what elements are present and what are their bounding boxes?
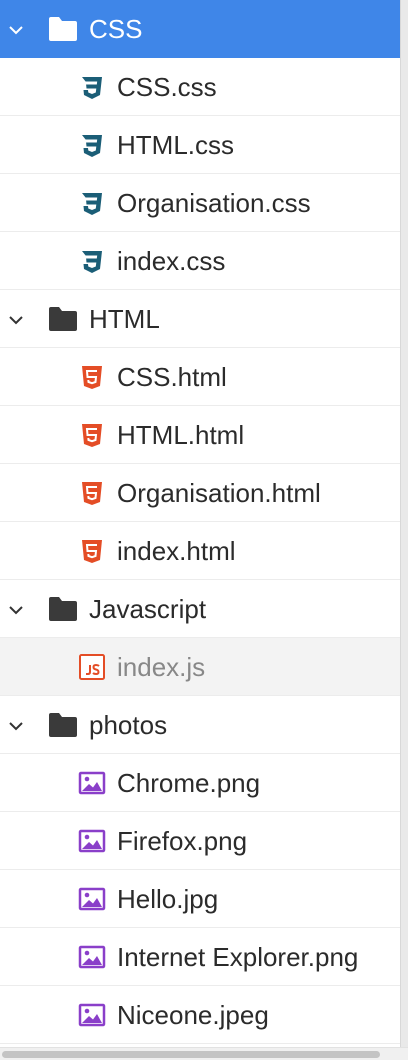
file-label: Niceone.jpeg bbox=[117, 1000, 269, 1030]
folder-icon bbox=[48, 16, 78, 42]
html5-icon bbox=[78, 479, 106, 507]
folder-icon bbox=[48, 306, 78, 332]
chevron-down-icon[interactable] bbox=[6, 310, 26, 330]
file-row[interactable]: index.html bbox=[0, 522, 400, 580]
css3-icon bbox=[78, 131, 106, 159]
scrollbar-thumb[interactable] bbox=[2, 1051, 380, 1058]
file-row[interactable]: CSS.html bbox=[0, 348, 400, 406]
file-label: index.html bbox=[117, 536, 236, 566]
folder-row-html[interactable]: HTML bbox=[0, 290, 400, 348]
html5-icon bbox=[78, 421, 106, 449]
chevron-down-icon[interactable] bbox=[6, 716, 26, 736]
file-row[interactable]: Niceone.jpeg bbox=[0, 986, 400, 1044]
file-row[interactable]: HTML.html bbox=[0, 406, 400, 464]
chevron-down-icon[interactable] bbox=[6, 600, 26, 620]
file-row[interactable]: index.js bbox=[0, 638, 400, 696]
folder-label: photos bbox=[89, 710, 168, 740]
image-icon bbox=[78, 1001, 106, 1029]
file-tree: CSS CSS.css HTML.css Organisation.css in… bbox=[0, 0, 400, 1047]
file-label: Firefox.png bbox=[117, 826, 248, 856]
file-row[interactable]: index.css bbox=[0, 232, 400, 290]
file-label: Hello.jpg bbox=[117, 884, 219, 914]
css3-icon bbox=[78, 189, 106, 217]
file-label: Organisation.css bbox=[117, 188, 311, 218]
folder-label: Javascript bbox=[89, 594, 207, 624]
html5-icon bbox=[78, 537, 106, 565]
chevron-down-icon[interactable] bbox=[6, 20, 26, 40]
folder-label: HTML bbox=[89, 304, 160, 334]
file-label: CSS.css bbox=[117, 72, 217, 102]
html5-icon bbox=[78, 363, 106, 391]
file-row[interactable]: Internet Explorer.png bbox=[0, 928, 400, 986]
file-label: index.js bbox=[117, 652, 206, 682]
file-label: HTML.css bbox=[117, 130, 234, 160]
file-row[interactable]: Organisation.html bbox=[0, 464, 400, 522]
image-icon bbox=[78, 769, 106, 797]
image-icon bbox=[78, 943, 106, 971]
folder-icon bbox=[48, 712, 78, 738]
folder-icon bbox=[48, 596, 78, 622]
folder-label: CSS bbox=[89, 14, 143, 44]
file-label: Internet Explorer.png bbox=[117, 942, 359, 972]
file-label: index.css bbox=[117, 246, 226, 276]
js-icon bbox=[78, 653, 106, 681]
file-row[interactable]: Firefox.png bbox=[0, 812, 400, 870]
file-label: CSS.html bbox=[117, 362, 227, 392]
file-row[interactable]: Organisation.css bbox=[0, 174, 400, 232]
file-row[interactable]: Chrome.png bbox=[0, 754, 400, 812]
file-row[interactable]: Hello.jpg bbox=[0, 870, 400, 928]
folder-row-javascript[interactable]: Javascript bbox=[0, 580, 400, 638]
folder-row-photos[interactable]: photos bbox=[0, 696, 400, 754]
file-label: Chrome.png bbox=[117, 768, 261, 798]
horizontal-scrollbar[interactable] bbox=[0, 1047, 408, 1060]
css3-icon bbox=[78, 73, 106, 101]
image-icon bbox=[78, 885, 106, 913]
panel-divider[interactable] bbox=[400, 0, 408, 1047]
file-row[interactable]: HTML.css bbox=[0, 116, 400, 174]
image-icon bbox=[78, 827, 106, 855]
css3-icon bbox=[78, 247, 106, 275]
file-row[interactable]: CSS.css bbox=[0, 58, 400, 116]
file-label: Organisation.html bbox=[117, 478, 321, 508]
file-label: HTML.html bbox=[117, 420, 245, 450]
folder-row-css[interactable]: CSS bbox=[0, 0, 400, 58]
